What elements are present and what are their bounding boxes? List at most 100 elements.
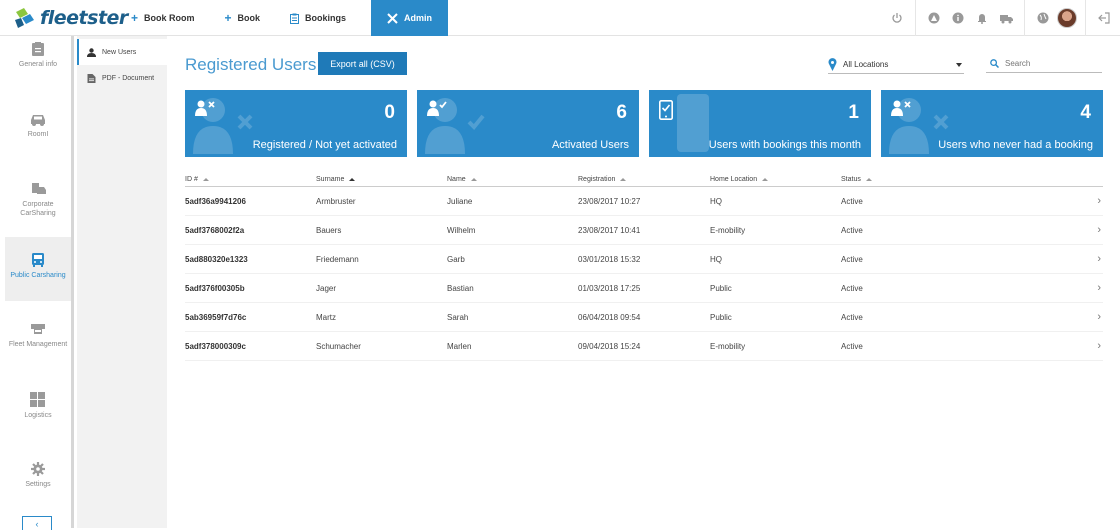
cell-name: Bastian	[447, 284, 474, 293]
nav-book[interactable]: + Book	[210, 0, 276, 36]
cell-name: Garb	[447, 255, 465, 264]
cell-id: 5adf3768002f2a	[185, 226, 245, 235]
sidebar-item-rooml[interactable]: RoomI	[5, 112, 71, 176]
column-label: Name	[447, 175, 466, 183]
column-header-registration[interactable]: Registration	[578, 175, 627, 183]
cell-id: 5adf36a9941206	[185, 197, 246, 206]
table-row[interactable]: 5adf376f00305b Jager Bastian 01/03/2018 17:…	[185, 274, 1103, 303]
nav-bookings[interactable]: Bookings	[275, 0, 361, 36]
document-icon	[87, 73, 96, 83]
cell-surname: Armbruster	[316, 197, 356, 206]
boxes-icon	[30, 392, 45, 407]
warning-icon[interactable]	[922, 0, 946, 36]
cell-id: 5adf376f00305b	[185, 284, 245, 293]
cell-name: Marlen	[447, 342, 472, 351]
subnav-item-pdf-document[interactable]: PDF - Document	[77, 65, 167, 91]
phone-check-icon	[659, 100, 673, 120]
column-header-surname[interactable]: Surname	[316, 175, 356, 183]
clipboard-icon	[290, 13, 300, 24]
stat-card-activated[interactable]: 6 Activated Users	[417, 90, 639, 157]
cell-registration: 03/01/2018 15:32	[578, 255, 641, 264]
sort-icon	[762, 175, 769, 181]
table-row[interactable]: 5adf3768002f2a Bauers Wilhelm 23/08/2017 10…	[185, 216, 1103, 245]
stat-card-bookings-this-month[interactable]: 1 Users with bookings this month	[649, 90, 871, 157]
page-title: Registered Users	[185, 55, 317, 74]
column-label: Home Location	[710, 175, 758, 183]
nav-book-room[interactable]: + Book Room	[116, 0, 210, 36]
sidebar-item-public-carsharing[interactable]: Public Carsharing	[5, 237, 71, 301]
info-icon[interactable]	[946, 0, 970, 36]
chevron-right-icon[interactable]: ›	[1097, 224, 1101, 236]
plus-icon: +	[131, 11, 139, 25]
chevron-left-icon: ‹	[35, 518, 39, 529]
cell-registration: 06/04/2018 09:54	[578, 313, 641, 322]
search-input[interactable]	[1005, 58, 1095, 68]
cell-registration: 01/03/2018 17:25	[578, 284, 641, 293]
cell-status: Active	[841, 226, 863, 235]
sidebar-item-fleet-management[interactable]: Fleet Management	[5, 322, 71, 386]
sort-icon	[202, 175, 209, 181]
stat-label: Registered / Not yet activated	[252, 139, 397, 151]
column-header-name[interactable]: Name	[447, 176, 477, 183]
plus-icon: +	[224, 11, 232, 25]
table-row[interactable]: 5ad880320e1323 Friedemann Garb 03/01/2018 1…	[185, 245, 1103, 274]
stat-card-not-activated[interactable]: 0 Registered / Not yet activated	[185, 90, 407, 157]
table-row[interactable]: 5adf378000309c Schumacher Marlen 09/04/2018…	[185, 332, 1103, 361]
stat-card-never-booked[interactable]: 4 Users who never had a booking	[881, 90, 1103, 157]
cell-registration: 23/08/2017 10:27	[578, 197, 641, 206]
sidebar-item-logistics[interactable]: Logistics	[5, 392, 71, 456]
subnav-item-new-users[interactable]: New Users	[77, 39, 167, 65]
cell-id: 5ab36959f7d76c	[185, 313, 247, 322]
column-header-status[interactable]: Status	[841, 176, 872, 183]
logo[interactable]: fleetster	[14, 7, 128, 29]
table-row[interactable]: 5adf36a9941206 Armbruster Juliane 23/08/201…	[185, 187, 1103, 216]
car-icon	[31, 115, 45, 126]
sort-icon	[865, 175, 872, 181]
user-check-icon	[427, 100, 447, 116]
top-icons	[885, 0, 1120, 36]
building-car-icon	[32, 183, 46, 194]
column-label: Status	[841, 175, 861, 183]
bus-icon	[32, 253, 44, 267]
cell-home-location: E-mobility	[710, 226, 746, 235]
chevron-right-icon[interactable]: ›	[1097, 311, 1101, 323]
bell-icon[interactable]	[970, 0, 994, 36]
column-label: Registration	[578, 175, 616, 183]
avatar[interactable]	[1055, 0, 1079, 36]
divider	[915, 0, 916, 36]
logout-icon[interactable]	[1092, 0, 1116, 36]
cell-home-location: E-mobility	[710, 342, 746, 351]
power-icon[interactable]	[885, 0, 909, 36]
divider	[1085, 0, 1086, 36]
sort-icon	[349, 175, 356, 181]
sidebar-label: Fleet Management	[8, 341, 68, 348]
main-content: Registered Users Export all (CSV) All Lo…	[167, 36, 1120, 528]
globe-icon[interactable]	[1031, 0, 1055, 36]
chevron-right-icon[interactable]: ›	[1097, 340, 1101, 352]
stat-label: Activated Users	[551, 139, 629, 151]
stat-cards: 0 Registered / Not yet activated 6 Activ…	[185, 90, 1103, 157]
user-x-icon	[195, 100, 215, 116]
search-box[interactable]	[986, 54, 1102, 73]
sidebar-label: Public Carsharing	[10, 272, 66, 279]
table-row[interactable]: 5ab36959f7d76c Martz Sarah 06/04/2018 09:54…	[185, 303, 1103, 332]
chevron-right-icon[interactable]: ›	[1097, 195, 1101, 207]
sidebar-item-general-info[interactable]: General info	[5, 42, 71, 106]
chevron-right-icon[interactable]: ›	[1097, 253, 1101, 265]
export-csv-button[interactable]: Export all (CSV)	[318, 52, 407, 75]
chevron-right-icon[interactable]: ›	[1097, 282, 1101, 294]
sort-icon	[470, 175, 477, 181]
truck-icon[interactable]	[994, 0, 1018, 36]
avatar-image	[1057, 8, 1077, 28]
column-header-home-location[interactable]: Home Location	[710, 175, 769, 183]
subnav-label: PDF - Document	[102, 74, 155, 82]
gear-icon	[31, 462, 45, 476]
sidebar-label: General info	[18, 61, 58, 68]
table-header: ID # Surname Name Registration Home Loca…	[185, 172, 1103, 187]
column-header-id[interactable]: ID #	[185, 176, 209, 183]
info-doc-icon	[32, 42, 44, 56]
location-select[interactable]: All Locations	[828, 56, 964, 74]
nav-admin[interactable]: Admin	[371, 0, 449, 36]
stat-value: 0	[384, 102, 395, 123]
top-bar: fleetster + Book Room + Book Bookings Ad…	[0, 0, 1120, 36]
